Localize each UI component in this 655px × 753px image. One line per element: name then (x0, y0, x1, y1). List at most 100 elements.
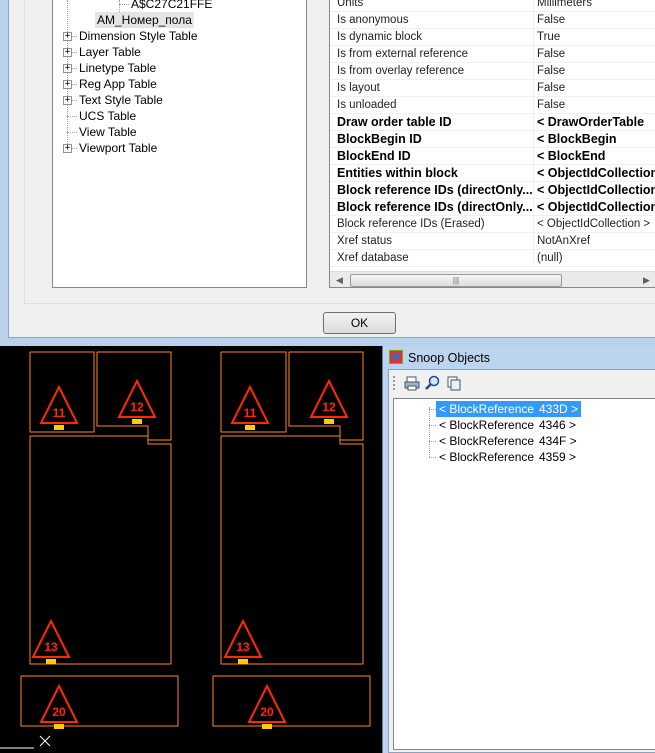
expand-icon[interactable]: + (63, 96, 72, 105)
room-outline (20, 675, 179, 727)
room-number-marker[interactable]: 12 (309, 378, 349, 424)
tree-item-label: Text Style Table (79, 93, 163, 107)
tree-item-partial[interactable]: A$C27C21FFE (131, 0, 212, 12)
property-name: Block reference IDs (directOnly... (330, 182, 534, 198)
expand-icon[interactable]: + (63, 64, 72, 73)
room-number-marker[interactable]: 20 (247, 683, 287, 729)
ok-button[interactable]: OK (323, 312, 396, 334)
property-value[interactable]: < BlockBegin (534, 131, 655, 147)
tree-item-label: Reg App Table (79, 77, 157, 91)
property-name: Is from overlay reference (330, 63, 534, 79)
room-number-marker[interactable]: 11 (230, 384, 270, 430)
property-row[interactable]: Is layout False (330, 80, 655, 97)
property-value[interactable]: < ObjectIdCollection > (534, 216, 655, 232)
property-row[interactable]: Block reference IDs (directOnly... < Obje… (330, 182, 655, 199)
property-value[interactable]: < ObjectIdCollection (534, 182, 655, 198)
tree-connector (429, 409, 436, 410)
tree-connector (429, 407, 430, 457)
cad-drawing-area[interactable]: 11 12 13 20 11 12 13 20 (0, 346, 382, 753)
print-icon[interactable] (403, 375, 421, 392)
tree-connector (67, 116, 77, 117)
room-number-marker[interactable]: 12 (117, 378, 157, 424)
property-value[interactable]: False (534, 63, 655, 79)
property-row[interactable]: Is from overlay reference False (330, 63, 655, 80)
property-row[interactable]: BlockBegin ID < BlockBegin (330, 131, 655, 148)
room-number-label: 11 (244, 406, 257, 420)
room-number-marker[interactable]: 20 (39, 683, 79, 729)
room-outline (96, 351, 172, 441)
scroll-thumb[interactable]: ||| (350, 274, 562, 287)
property-value[interactable]: Millimeters (534, 0, 655, 11)
object-type: < BlockReference (439, 450, 535, 464)
expand-icon[interactable]: + (63, 32, 72, 41)
snoop-client-area: < BlockReference 433D > < BlockReference 43… (388, 369, 655, 753)
property-row[interactable]: Is unloaded False (330, 97, 655, 114)
property-grid[interactable]: Units Millimeters Is anonymous False Is dyna… (329, 0, 655, 288)
tree-connector (429, 441, 436, 442)
property-row[interactable]: Block reference IDs (directOnly... < Obje… (330, 199, 655, 216)
property-row[interactable]: Xref database (null) (330, 250, 655, 267)
property-name: Units (330, 0, 534, 11)
expand-icon[interactable]: + (63, 144, 72, 153)
property-name: Draw order table ID (330, 114, 534, 130)
property-row[interactable]: Is dynamic block True (330, 29, 655, 46)
object-type: < BlockReference (439, 402, 535, 416)
screen: A$C27C21FFE AM_Номер_пола + Dimension Sty… (0, 0, 655, 753)
property-name: Xref status (330, 233, 534, 249)
room-number-marker[interactable]: 11 (39, 384, 79, 430)
room-number-label: 13 (44, 640, 58, 654)
room-outline (288, 351, 364, 441)
tree-item-label: UCS Table (79, 109, 137, 123)
snoop-tree-item[interactable]: < BlockReference 433D > (436, 401, 582, 417)
tree-item-label: Viewport Table (79, 141, 158, 155)
room-number-marker[interactable]: 13 (223, 618, 263, 664)
block-attribute-tag (324, 419, 334, 424)
expand-icon[interactable]: + (63, 80, 72, 89)
property-name: Xref database (330, 250, 534, 266)
find-icon[interactable] (424, 375, 442, 392)
property-value[interactable]: False (534, 80, 655, 96)
block-attribute-tag (245, 425, 255, 430)
property-value[interactable]: (null) (534, 250, 655, 266)
property-value[interactable]: < DrawOrderTable (534, 114, 655, 130)
property-row[interactable]: Entities within block < ObjectIdCollectio… (330, 165, 655, 182)
toolbar-grip[interactable] (393, 376, 396, 390)
room-outline (29, 435, 172, 665)
property-row[interactable]: Is from external reference False (330, 46, 655, 63)
property-row[interactable]: Units Millimeters (330, 0, 655, 12)
horizontal-scrollbar[interactable]: ◀ ||| ▶ (330, 271, 655, 287)
property-row[interactable]: Is anonymous False (330, 12, 655, 29)
property-value[interactable]: False (534, 12, 655, 28)
scroll-right-icon[interactable]: ▶ (638, 273, 655, 287)
property-name: Is from external reference (330, 46, 534, 62)
property-value[interactable]: True (534, 29, 655, 45)
snoop-tree-item[interactable]: < BlockReference 4359 > (436, 449, 579, 465)
window-title: Snoop Objects (389, 349, 490, 367)
property-row[interactable]: Draw order table ID < DrawOrderTable (330, 114, 655, 131)
property-value[interactable]: < ObjectIdCollection (534, 165, 655, 181)
expand-icon[interactable]: + (63, 48, 72, 57)
snoop-tree-item[interactable]: < BlockReference 434F > (436, 433, 580, 449)
tree-connector (67, 0, 68, 148)
room-number-marker[interactable]: 13 (31, 618, 71, 664)
scroll-left-icon[interactable]: ◀ (331, 273, 348, 287)
copy-icon[interactable] (445, 375, 463, 392)
block-attribute-tag (46, 659, 56, 664)
property-value[interactable]: < ObjectIdCollection (534, 199, 655, 215)
room-number-label: 11 (53, 406, 66, 420)
symbol-table-tree[interactable]: A$C27C21FFE AM_Номер_пола + Dimension Sty… (52, 0, 307, 288)
property-row[interactable]: BlockEnd ID < BlockEnd (330, 148, 655, 165)
property-name: Is dynamic block (330, 29, 534, 45)
property-row[interactable]: Block reference IDs (Erased) < ObjectIdCo… (330, 216, 655, 233)
property-row[interactable]: Xref status NotAnXref (330, 233, 655, 250)
block-attribute-tag (262, 724, 272, 729)
snoop-tree-item[interactable]: < BlockReference 4346 > (436, 417, 579, 433)
property-value[interactable]: False (534, 97, 655, 113)
room-number-label: 13 (236, 640, 250, 654)
property-name: BlockEnd ID (330, 148, 534, 164)
property-value[interactable]: < BlockEnd (534, 148, 655, 164)
property-value[interactable]: NotAnXref (534, 233, 655, 249)
room-number-label: 12 (130, 400, 144, 414)
snoop-object-tree[interactable]: < BlockReference 433D > < BlockReference 43… (393, 398, 655, 750)
property-value[interactable]: False (534, 46, 655, 62)
